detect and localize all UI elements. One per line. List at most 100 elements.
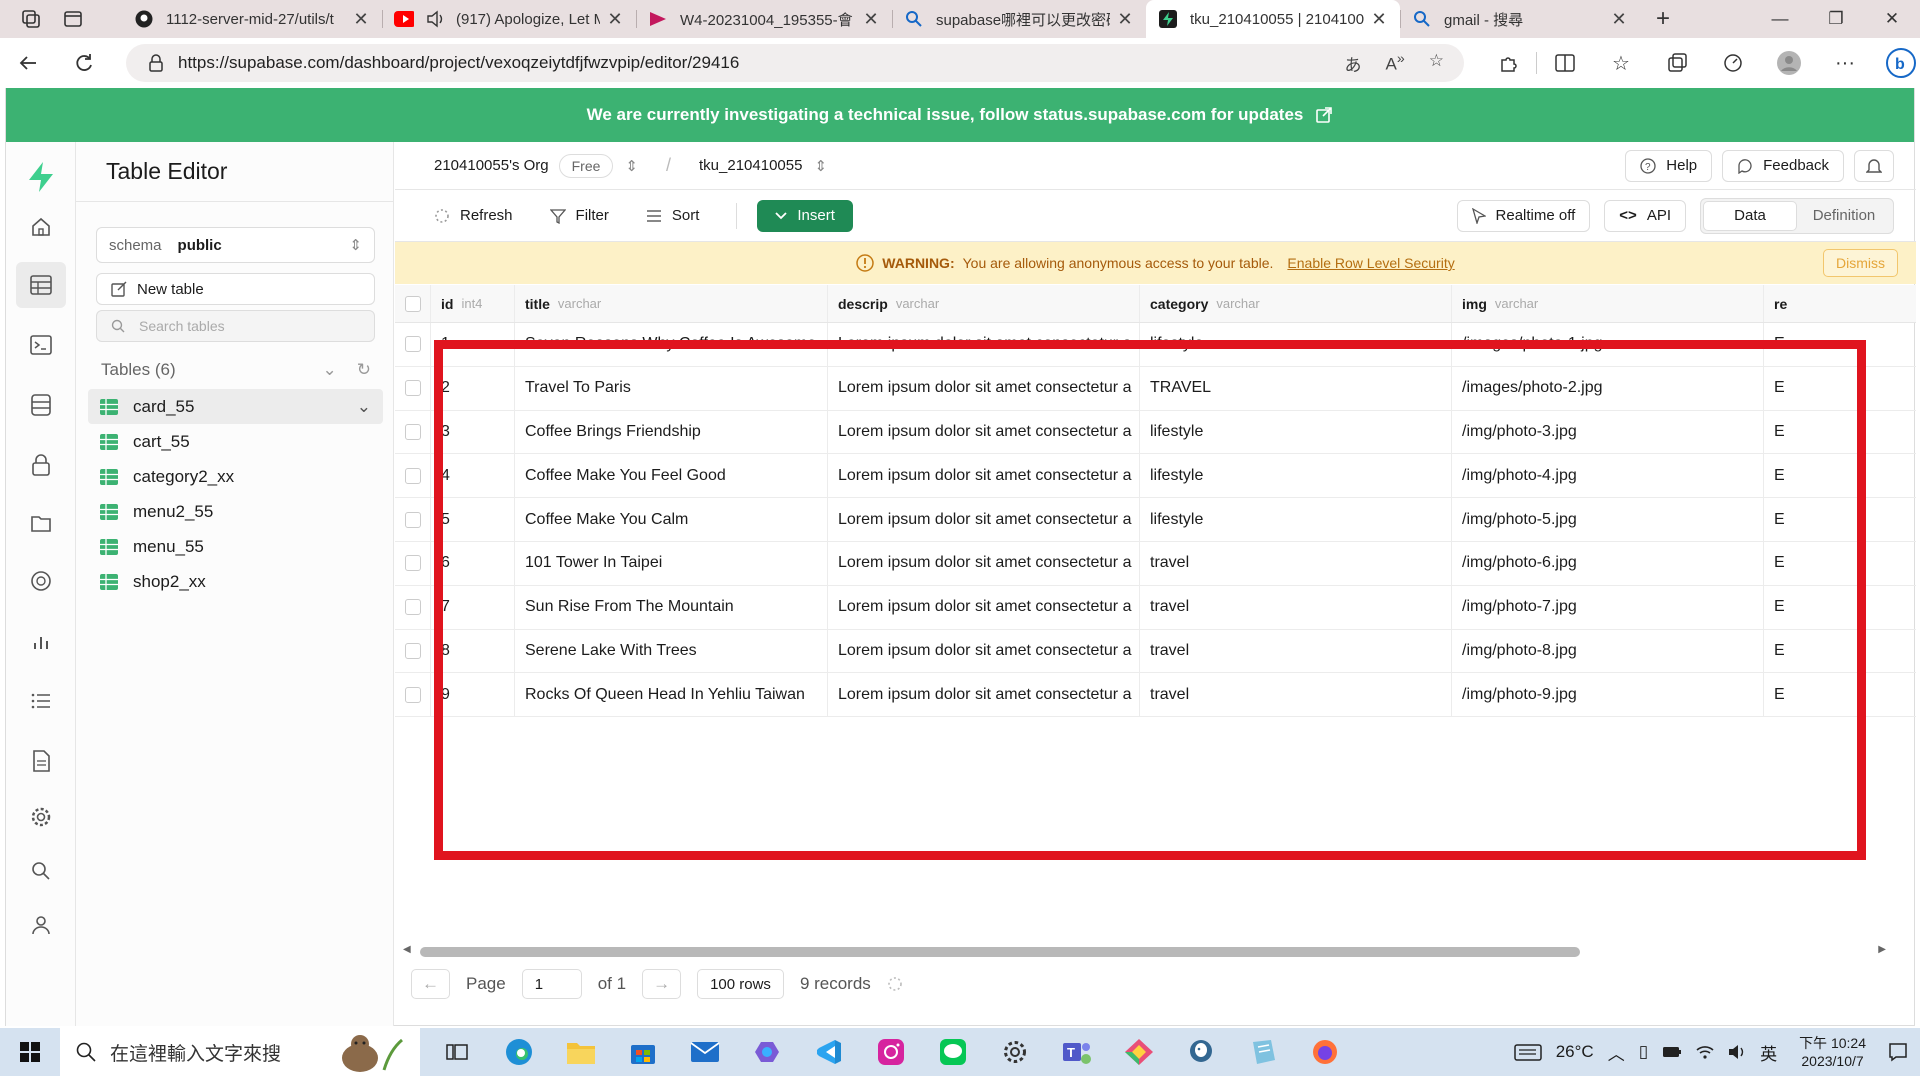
- url-field[interactable]: https://supabase.com/dashboard/project/v…: [126, 44, 1464, 82]
- grid-cell[interactable]: Lorem ipsum dolor sit amet consectetur a: [828, 585, 1140, 629]
- grid-cell[interactable]: 9: [431, 673, 515, 717]
- table-row[interactable]: 9 Rocks Of Queen Head In Yehliu Taiwan Lor…: [395, 673, 1916, 718]
- database-icon[interactable]: [16, 382, 66, 428]
- row-checkbox[interactable]: [395, 454, 431, 498]
- project-name[interactable]: tku_210410055: [699, 157, 802, 174]
- grid-cell[interactable]: Coffee Make You Calm: [515, 498, 828, 541]
- table-row[interactable]: 5 Coffee Make You Calm Lorem ipsum dolor s…: [395, 498, 1916, 542]
- reload-icon[interactable]: [56, 52, 112, 74]
- next-page-button[interactable]: →: [642, 969, 682, 999]
- grid-cell[interactable]: Travel To Paris: [515, 366, 828, 410]
- browser-tab[interactable]: W4-20231004_195355-會 ✕: [636, 0, 892, 38]
- grid-cell[interactable]: Coffee Brings Friendship: [515, 410, 828, 454]
- weather-temp[interactable]: 26°C: [1556, 1042, 1594, 1062]
- grid-cell[interactable]: travel: [1140, 673, 1452, 717]
- table-row[interactable]: 1 Seven Reasons Why Coffee Is Awesome Lore…: [395, 323, 1916, 367]
- grid-cell[interactable]: travel: [1140, 585, 1452, 629]
- browser-tab[interactable]: 1112-server-mid-27/utils/t ✕: [122, 0, 382, 38]
- grid-cell[interactable]: 1: [431, 323, 515, 366]
- photos-app-icon[interactable]: [1108, 1028, 1170, 1076]
- auth-lock-icon[interactable]: [16, 442, 66, 488]
- row-checkbox[interactable]: [395, 673, 431, 717]
- column-header[interactable]: descrip varchar: [828, 285, 1140, 322]
- notifications-icon[interactable]: [1888, 1042, 1908, 1062]
- grid-cell[interactable]: /img/photo-8.jpg: [1452, 629, 1764, 673]
- banner-text[interactable]: We are currently investigating a technic…: [587, 105, 1304, 125]
- grid-cell[interactable]: lifestyle: [1140, 410, 1452, 454]
- chevron-updown-icon[interactable]: ⇕: [625, 157, 638, 175]
- grid-cell[interactable]: Rocks Of Queen Head In Yehliu Taiwan: [515, 673, 828, 717]
- select-all-checkbox[interactable]: [395, 285, 431, 322]
- org-name[interactable]: 210410055's Org: [434, 157, 549, 174]
- close-window-icon[interactable]: ✕: [1864, 9, 1920, 29]
- browser-tab[interactable]: (917) Apologize, Let M ✕: [382, 0, 636, 38]
- sql-editor-icon[interactable]: [16, 322, 66, 368]
- grid-cell[interactable]: /img/photo-4.jpg: [1452, 454, 1764, 498]
- chevron-updown-icon[interactable]: ⇕: [814, 157, 827, 175]
- grid-cell[interactable]: E: [1764, 367, 1914, 410]
- grid-cell[interactable]: lifestyle: [1140, 454, 1452, 498]
- grid-cell[interactable]: E: [1764, 498, 1914, 541]
- grid-cell[interactable]: E: [1764, 630, 1914, 673]
- rows-per-page-select[interactable]: 100 rows: [697, 969, 784, 999]
- teams-icon[interactable]: T: [1046, 1028, 1108, 1076]
- translate-icon[interactable]: あ: [1345, 51, 1362, 76]
- edge-functions-icon[interactable]: [16, 558, 66, 604]
- grid-cell[interactable]: Seven Reasons Why Coffee Is Awesome: [515, 323, 828, 366]
- grid-cell[interactable]: /img/photo-9.jpg: [1452, 673, 1764, 717]
- grid-cell[interactable]: 6: [431, 541, 515, 585]
- page-input[interactable]: 1: [521, 969, 582, 999]
- more-menu-icon[interactable]: ···: [1817, 52, 1873, 75]
- column-header[interactable]: category varchar: [1140, 285, 1452, 322]
- chevron-up-icon[interactable]: ︿: [1608, 1040, 1625, 1065]
- workspaces-icon[interactable]: [20, 8, 42, 30]
- grid-cell[interactable]: E: [1764, 586, 1914, 629]
- speaker-icon[interactable]: [426, 9, 446, 29]
- refresh-button[interactable]: Refresh: [434, 207, 513, 224]
- favorites-icon[interactable]: ☆: [1593, 51, 1649, 76]
- split-screen-icon[interactable]: [1537, 53, 1593, 73]
- scrollbar-thumb[interactable]: [420, 947, 1580, 957]
- battery-icon[interactable]: [1662, 1046, 1682, 1058]
- lock-icon[interactable]: [148, 54, 164, 72]
- table-item[interactable]: cart_55: [88, 424, 383, 459]
- grid-cell[interactable]: Lorem ipsum dolor sit amet consectetur a: [828, 541, 1140, 585]
- ime-indicator[interactable]: 英: [1760, 1040, 1777, 1065]
- collapse-chevron-icon[interactable]: ⌄: [323, 360, 337, 380]
- prev-page-button[interactable]: ←: [411, 969, 450, 999]
- grid-cell[interactable]: Lorem ipsum dolor sit amet consectetur a: [828, 498, 1140, 541]
- table-row[interactable]: 7 Sun Rise From The Mountain Lorem ipsum d…: [395, 585, 1916, 630]
- firefox-icon[interactable]: [1294, 1028, 1356, 1076]
- performance-icon[interactable]: [1705, 52, 1761, 74]
- notepad-icon[interactable]: [1232, 1028, 1294, 1076]
- supabase-logo-icon[interactable]: [16, 154, 66, 200]
- account-user-icon[interactable]: [16, 902, 66, 948]
- browser-tab[interactable]: gmail - 搜尋 ✕: [1400, 0, 1640, 38]
- table-item[interactable]: shop2_xx: [88, 564, 383, 599]
- schema-selector[interactable]: schema public ⇕: [96, 227, 375, 263]
- search-icon[interactable]: [16, 848, 66, 894]
- grid-cell[interactable]: Lorem ipsum dolor sit amet consectetur a: [828, 410, 1140, 454]
- grid-cell[interactable]: /img/photo-5.jpg: [1452, 498, 1764, 541]
- extensions-icon[interactable]: [1480, 52, 1536, 74]
- sort-button[interactable]: Sort: [646, 207, 699, 224]
- grid-cell[interactable]: lifestyle: [1140, 498, 1452, 541]
- tab-definition[interactable]: Definition: [1797, 201, 1891, 231]
- table-item[interactable]: category2_xx: [88, 459, 383, 494]
- insert-button[interactable]: Insert: [757, 199, 853, 232]
- close-icon[interactable]: ✕: [606, 9, 624, 30]
- row-checkbox[interactable]: [395, 410, 431, 454]
- notifications-button[interactable]: [1854, 149, 1894, 182]
- grid-cell[interactable]: Lorem ipsum dolor sit amet consectetur a: [828, 323, 1140, 366]
- grid-cell[interactable]: /img/photo-7.jpg: [1452, 585, 1764, 629]
- instagram-icon[interactable]: [860, 1028, 922, 1076]
- api-button[interactable]: <> API: [1604, 199, 1686, 232]
- reports-chart-icon[interactable]: [16, 618, 66, 664]
- close-icon[interactable]: ✕: [1116, 9, 1134, 30]
- api-docs-icon[interactable]: [16, 738, 66, 784]
- vscode-icon[interactable]: [798, 1028, 860, 1076]
- table-item[interactable]: card_55 ⌄: [88, 389, 383, 424]
- grid-cell[interactable]: E: [1764, 411, 1914, 454]
- table-item[interactable]: menu_55: [88, 529, 383, 564]
- settings-gear-icon[interactable]: [16, 794, 66, 840]
